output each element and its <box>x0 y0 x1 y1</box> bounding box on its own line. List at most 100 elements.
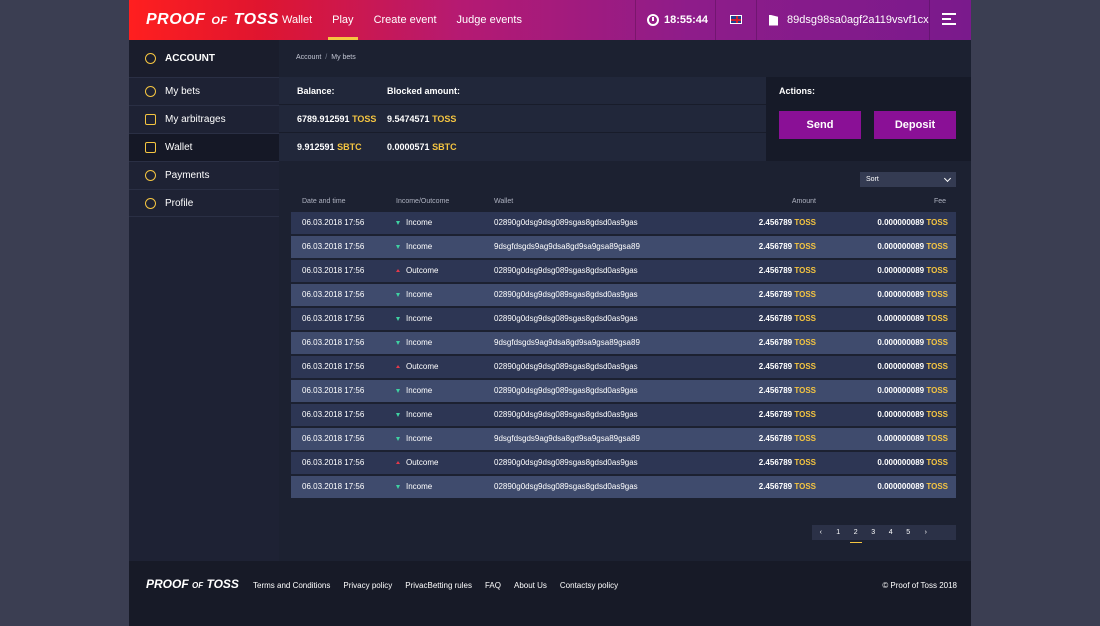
table-row[interactable]: 06.03.2018 17:56 Income 02890g0dsg9dsg089s… <box>291 212 956 234</box>
row-type: Outcome <box>396 356 438 378</box>
sort-dropdown[interactable]: Sort <box>860 172 956 187</box>
page-2[interactable]: 2 <box>847 525 865 543</box>
row-fee: 0.000000089 TOSS <box>877 290 948 299</box>
table-row[interactable]: 06.03.2018 17:56 Outcome 02890g0dsg9dsg089… <box>291 260 956 282</box>
balance-row-toss: 6789.912591 TOSS 9.5474571 TOSS <box>279 105 766 133</box>
table-row[interactable]: 06.03.2018 17:56 Income 9dsgfdsgds9ag9dsa8… <box>291 236 956 258</box>
page-5[interactable]: 5 <box>900 525 918 540</box>
row-wallet: 9dsgfdsgds9ag9dsa8gd9sa9gsa89gsa89 <box>494 434 640 443</box>
row-type: Income <box>396 428 432 450</box>
row-date: 06.03.2018 17:56 <box>302 314 365 323</box>
footer-link-terms[interactable]: Terms and Conditions <box>253 581 330 590</box>
row-type-label: Income <box>406 290 433 299</box>
send-button[interactable]: Send <box>779 111 861 139</box>
uk-flag-icon[interactable] <box>730 15 742 24</box>
table-row[interactable]: 06.03.2018 17:56 Outcome 02890g0dsg9dsg089… <box>291 356 956 378</box>
column-header-income-outcome[interactable]: Income/Outcome <box>396 198 449 205</box>
row-wallet: 02890g0dsg9dsg089sgas8gdsd0as9gas <box>494 290 638 299</box>
nav-play[interactable]: Play <box>322 0 363 40</box>
row-date: 06.03.2018 17:56 <box>302 290 365 299</box>
footer-link-faq[interactable]: FAQ <box>485 581 501 590</box>
row-date: 06.03.2018 17:56 <box>302 338 365 347</box>
footer-link-contacts[interactable]: Contactsy policy <box>560 581 618 590</box>
table-row[interactable]: 06.03.2018 17:56 Income 02890g0dsg9dsg089s… <box>291 404 956 426</box>
table-row[interactable]: 06.03.2018 17:56 Income 9dsgfdsgds9ag9dsa8… <box>291 332 956 354</box>
row-amount: 2.456789 TOSS <box>758 314 816 323</box>
outcome-arrow-icon <box>396 269 400 273</box>
nav-judge-events[interactable]: Judge events <box>447 0 532 40</box>
breadcrumb: Account / My bets <box>296 54 356 61</box>
sidebar-item-label: Profile <box>165 197 194 209</box>
column-header-amount[interactable]: Amount <box>792 198 816 205</box>
header-divider <box>635 0 636 40</box>
wallet-address[interactable]: 89dsg98sa0agf2a119vsvf1cx <box>769 0 929 40</box>
row-fee: 0.000000089 TOSS <box>877 410 948 419</box>
breadcrumb-account[interactable]: Account <box>296 54 321 61</box>
row-fee: 0.000000089 TOSS <box>877 482 948 491</box>
row-fee: 0.000000089 TOSS <box>877 338 948 347</box>
table-row[interactable]: 06.03.2018 17:56 Outcome 02890g0dsg9dsg089… <box>291 452 956 474</box>
blocked-sbtc: 0.0000571 SBTC <box>387 142 457 152</box>
app-window: PROOF OF TOSS Wallet Play Create event J… <box>129 0 971 626</box>
table-row[interactable]: 06.03.2018 17:56 Income 02890g0dsg9dsg089s… <box>291 284 956 306</box>
pagination-next-icon[interactable]: › <box>917 525 935 540</box>
row-date: 06.03.2018 17:56 <box>302 362 365 371</box>
row-type-label: Income <box>406 218 433 227</box>
row-amount: 2.456789 TOSS <box>758 386 816 395</box>
row-type-label: Outcome <box>406 458 439 467</box>
page-3[interactable]: 3 <box>865 525 883 540</box>
table-row[interactable]: 06.03.2018 17:56 Income 02890g0dsg9dsg089s… <box>291 380 956 402</box>
footer-link-privacy[interactable]: Privacy policy <box>343 581 392 590</box>
coin-icon <box>145 86 156 97</box>
table-row[interactable]: 06.03.2018 17:56 Income 9dsgfdsgds9ag9dsa8… <box>291 428 956 450</box>
row-type: Income <box>396 308 432 330</box>
clock-icon <box>647 14 659 26</box>
wallet-address-text: 89dsg98sa0agf2a119vsvf1cx <box>787 14 929 26</box>
row-type: Income <box>396 404 432 426</box>
pagination-prev-icon[interactable]: ‹ <box>812 525 830 540</box>
sidebar-item-profile[interactable]: Profile <box>129 189 279 217</box>
sidebar-item-label: Wallet <box>165 142 193 153</box>
nav-wallet[interactable]: Wallet <box>272 0 322 40</box>
page-1[interactable]: 1 <box>830 525 848 540</box>
sidebar-item-my-arbitrages[interactable]: My arbitrages <box>129 105 279 133</box>
row-type: Income <box>396 236 432 258</box>
column-header-fee[interactable]: Fee <box>934 198 946 205</box>
row-type: Income <box>396 476 432 498</box>
hamburger-menu-icon[interactable] <box>942 13 956 25</box>
main-nav: Wallet Play Create event Judge events <box>272 0 532 40</box>
breadcrumb-my-bets[interactable]: My bets <box>331 54 356 61</box>
column-header-wallet[interactable]: Wallet <box>494 198 513 205</box>
footer-link-about[interactable]: About Us <box>514 581 547 590</box>
footer-link-betting-rules[interactable]: PrivacBetting rules <box>405 581 472 590</box>
header-divider <box>715 0 716 40</box>
row-wallet: 02890g0dsg9dsg089sgas8gdsd0as9gas <box>494 410 638 419</box>
sidebar-item-my-bets[interactable]: My bets <box>129 77 279 105</box>
balance-panel: Balance: Blocked amount: 6789.912591 TOS… <box>279 77 766 161</box>
nav-create-event[interactable]: Create event <box>364 0 447 40</box>
user-icon <box>145 53 156 64</box>
row-type: Income <box>396 332 432 354</box>
sidebar-account-header: ACCOUNT <box>129 40 279 77</box>
balance-toss: 6789.912591 TOSS <box>297 113 377 124</box>
sidebar-item-wallet[interactable]: Wallet <box>129 133 279 161</box>
row-type-label: Income <box>406 410 433 419</box>
table-row[interactable]: 06.03.2018 17:56 Income 02890g0dsg9dsg089s… <box>291 308 956 330</box>
blocked-amount-label: Blocked amount: <box>387 85 461 96</box>
scales-icon <box>145 114 156 125</box>
page-4[interactable]: 4 <box>882 525 900 540</box>
row-fee: 0.000000089 TOSS <box>877 218 948 227</box>
footer-logo-toss: TOSS <box>206 577 239 591</box>
row-wallet: 02890g0dsg9dsg089sgas8gdsd0as9gas <box>494 266 638 275</box>
actions-panel: Actions: Send Deposit <box>766 77 971 161</box>
sidebar-item-payments[interactable]: Payments <box>129 161 279 189</box>
income-arrow-icon <box>396 484 400 489</box>
column-header-date[interactable]: Date and time <box>302 198 346 205</box>
footer-logo-of: OF <box>192 581 204 590</box>
table-row[interactable]: 06.03.2018 17:56 Income 02890g0dsg9dsg089s… <box>291 476 956 498</box>
footer-logo[interactable]: PROOF OF TOSS <box>146 577 239 591</box>
row-date: 06.03.2018 17:56 <box>302 482 365 491</box>
transactions-table: 06.03.2018 17:56 Income 02890g0dsg9dsg089s… <box>291 212 956 500</box>
logo[interactable]: PROOF OF TOSS <box>146 11 279 29</box>
deposit-button[interactable]: Deposit <box>874 111 956 139</box>
